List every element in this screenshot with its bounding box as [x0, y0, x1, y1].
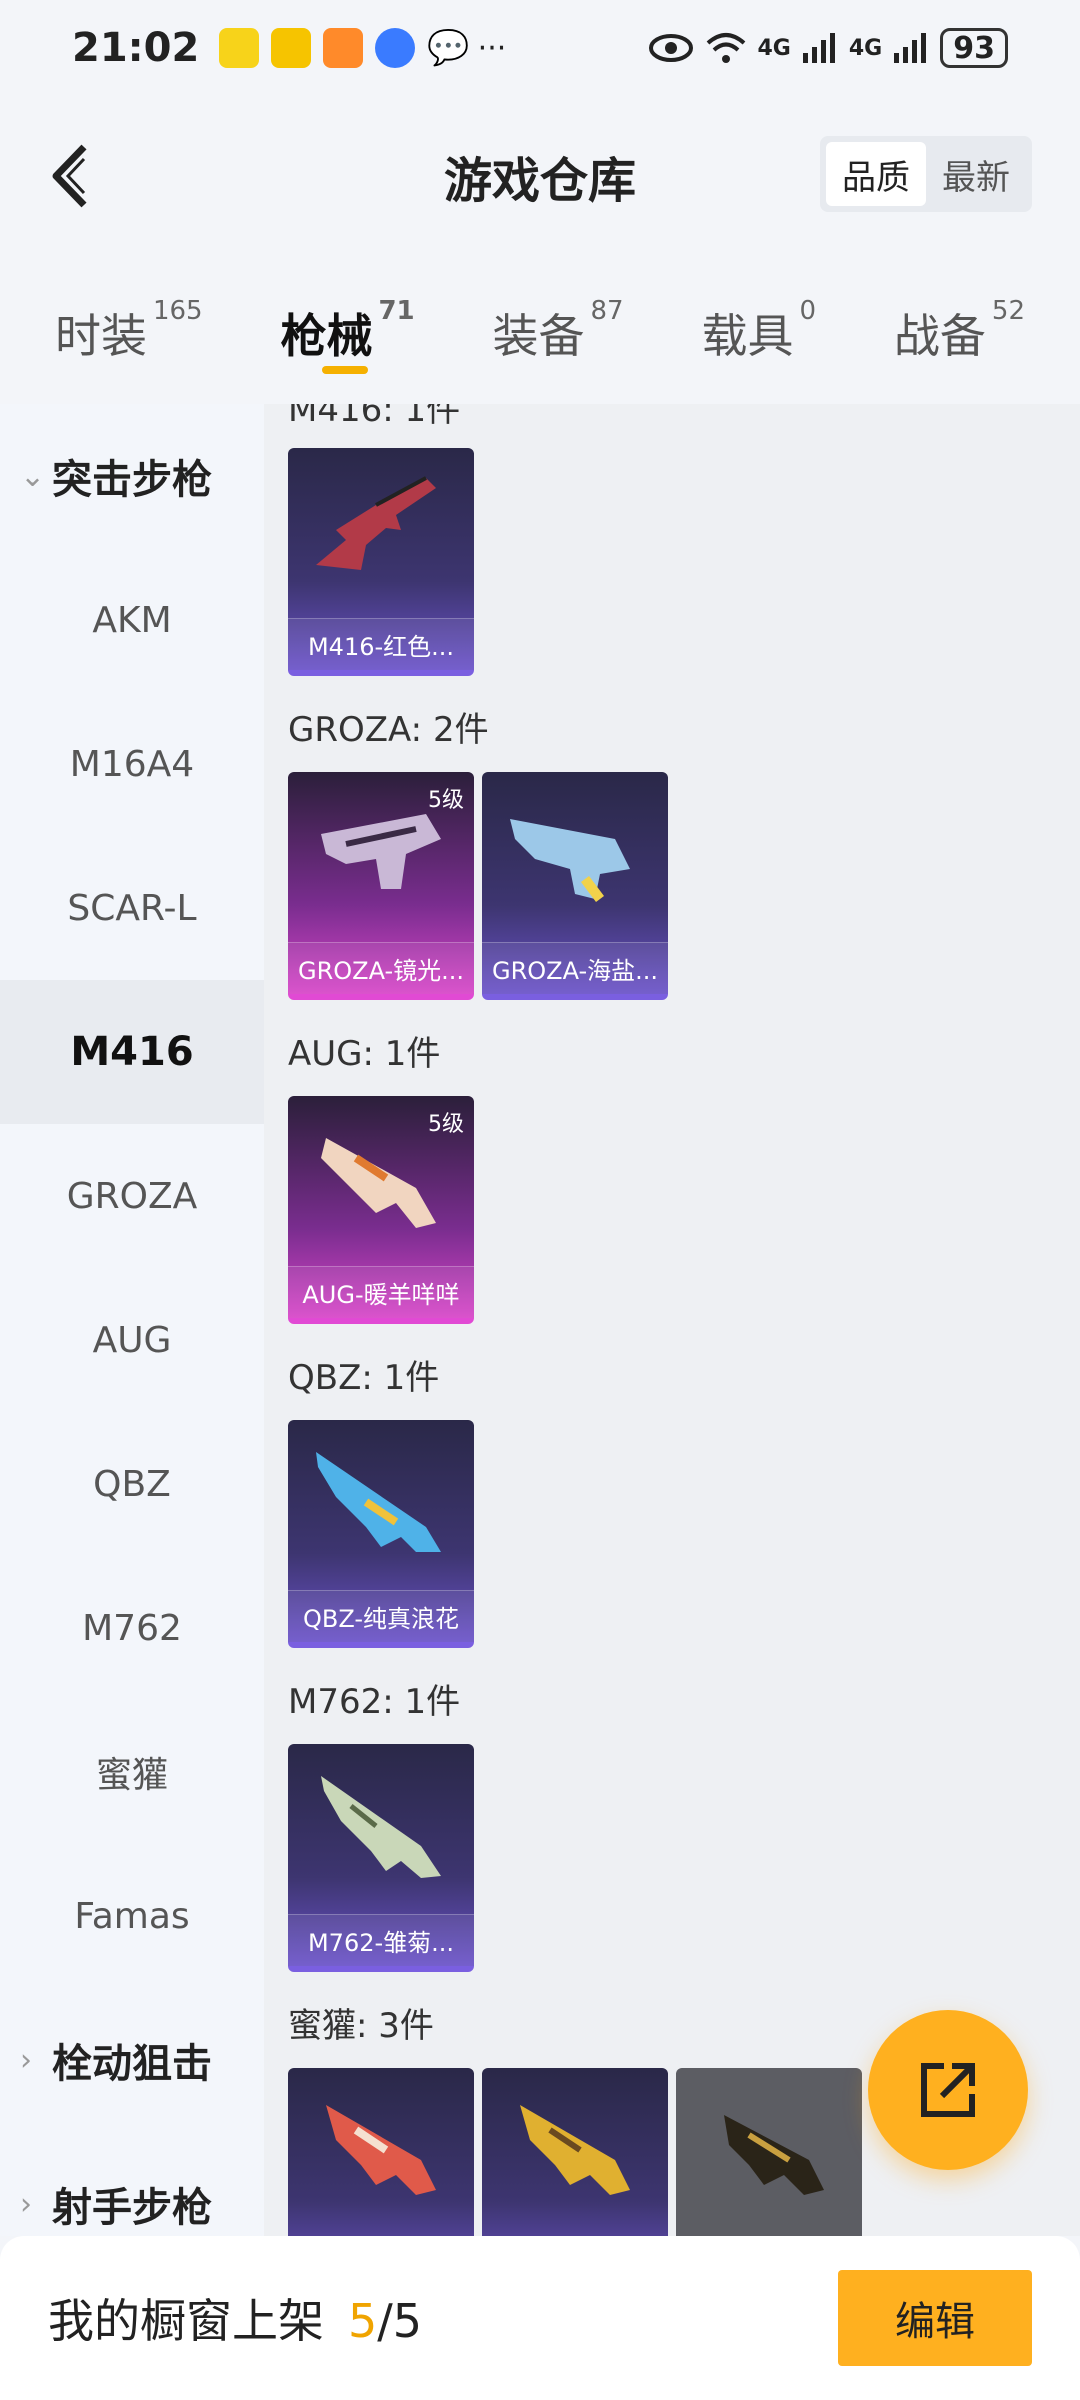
- share-icon: [921, 2063, 975, 2117]
- app-notification-icon: [219, 28, 260, 68]
- network-type-1: 4G: [757, 35, 791, 61]
- edit-button[interactable]: 编辑: [838, 2270, 1032, 2366]
- section-title-honey-badger: 蜜獾: 3件: [288, 2006, 434, 2046]
- rifle-skin-image: [510, 819, 630, 902]
- weapon-card-aug-1[interactable]: 5级 AUG-暖羊咩咩: [288, 1096, 474, 1324]
- section-title-m762: M762: 1件: [288, 1682, 461, 1722]
- tab-vehicles[interactable]: 载具 0: [701, 280, 816, 380]
- tab-count: 52: [991, 296, 1025, 326]
- section-title-qbz: QBZ: 1件: [288, 1358, 440, 1398]
- rifle-skin-image: [316, 476, 436, 570]
- tab-label: 装备: [492, 309, 585, 363]
- sidebar-group-marksman-rifles[interactable]: › 射手步枪: [0, 2132, 264, 2236]
- sidebar-item-m416[interactable]: M416: [0, 980, 264, 1124]
- tab-count: 87: [590, 296, 624, 326]
- sidebar-item-aug[interactable]: AUG: [0, 1268, 264, 1412]
- tab-label: 枪械: [280, 309, 373, 363]
- sidebar-item-groza[interactable]: GROZA: [0, 1124, 264, 1268]
- weapon-card-honey-badger-1[interactable]: [288, 2068, 474, 2236]
- section-title-groza: GROZA: 2件: [288, 710, 489, 750]
- tab-count: 0: [799, 296, 817, 326]
- weapon-card-label: M762-雏菊...: [288, 1914, 474, 1966]
- sidebar-item-m16a4[interactable]: M16A4: [0, 692, 264, 836]
- sidebar-item-akm[interactable]: AKM: [0, 548, 264, 692]
- weapon-card-honey-badger-3[interactable]: [676, 2068, 862, 2236]
- share-fab[interactable]: [868, 2010, 1028, 2170]
- showcase-bar: 我的橱窗上架 5 /5 编辑: [0, 2236, 1080, 2400]
- eye-icon: [648, 34, 693, 62]
- sidebar-group-label: 突击步枪: [52, 457, 212, 503]
- section-title-m416: M416: 1件: [288, 404, 461, 430]
- rifle-skin-image: [326, 2105, 436, 2195]
- sort-option-newest[interactable]: 最新: [926, 142, 1026, 206]
- sidebar-group-label: 栓动狙击: [52, 2041, 212, 2087]
- page-title: 游戏仓库: [443, 153, 636, 209]
- weapon-card-groza-2[interactable]: GROZA-海盐...: [482, 772, 668, 1000]
- wifi-icon: [706, 33, 745, 63]
- video-app-icon: [323, 28, 364, 68]
- weapon-list: M416: 1件 M416-红色... GROZA: 2件 5级 GROZA-镜…: [264, 404, 1080, 2236]
- chevron-down-icon: ⌄: [20, 458, 46, 494]
- weapon-card-qbz-1[interactable]: QBZ-纯真浪花: [288, 1420, 474, 1648]
- rifle-skin-image: [321, 1776, 441, 1878]
- rifle-skin-image: [316, 1452, 441, 1552]
- weapon-card-label: M416-红色...: [288, 618, 474, 670]
- section-title-aug: AUG: 1件: [288, 1034, 441, 1074]
- category-tabs: 时装 165 枪械 71 装备 87 载具 0 战备 52: [0, 256, 1080, 404]
- tab-label: 战备: [893, 309, 986, 363]
- sort-option-quality[interactable]: 品质: [826, 142, 926, 206]
- weapon-card-honey-badger-2[interactable]: [482, 2068, 668, 2236]
- status-bar: 21:02 💬 ··· 4G 4G 93: [0, 0, 1080, 96]
- tab-supplies[interactable]: 战备 52: [894, 280, 1025, 380]
- browser-icon: [375, 28, 416, 68]
- signal-icon: [894, 33, 927, 63]
- app-notification-icon: [271, 28, 312, 68]
- tab-count: 71: [378, 296, 415, 326]
- sort-toggle: 品质 最新: [820, 136, 1032, 212]
- network-type-2: 4G: [848, 35, 883, 61]
- sidebar-item-m762[interactable]: M762: [0, 1556, 264, 1700]
- weapon-card-label: AUG-暖羊咩咩: [288, 1266, 474, 1318]
- tab-fashion[interactable]: 时装 165: [55, 280, 203, 380]
- header: 游戏仓库 品质 最新: [0, 96, 1080, 256]
- chat-icon: 💬: [427, 28, 470, 68]
- rifle-skin-image: [321, 814, 441, 889]
- sidebar-item-honey-badger[interactable]: 蜜獾: [0, 1700, 264, 1844]
- weapon-card-label: QBZ-纯真浪花: [288, 1590, 474, 1642]
- weapon-card-groza-1[interactable]: 5级 GROZA-镜光...: [288, 772, 474, 1000]
- showcase-total-count: /5: [377, 2294, 423, 2348]
- showcase-status: 我的橱窗上架 5 /5: [48, 2285, 422, 2351]
- more-notifications-icon: ···: [477, 30, 507, 66]
- tab-label: 时装: [54, 309, 147, 363]
- rifle-skin-image: [520, 2105, 630, 2195]
- rifle-skin-image: [321, 1138, 436, 1228]
- chevron-right-icon: ›: [20, 2186, 32, 2222]
- active-tab-indicator: [322, 366, 369, 374]
- sidebar-item-scar-l[interactable]: SCAR-L: [0, 836, 264, 980]
- tab-weapons[interactable]: 枪械 71: [280, 280, 415, 380]
- status-time: 21:02: [72, 25, 200, 71]
- chevron-left-icon: [52, 144, 87, 208]
- tab-count: 165: [152, 296, 203, 326]
- weapon-card-m762[interactable]: M762-雏菊...: [288, 1744, 474, 1972]
- weapon-type-sidebar: ⌄ 突击步枪 AKM M16A4 SCAR-L M416 GROZA AUG Q…: [0, 404, 264, 2236]
- back-button[interactable]: [30, 136, 110, 216]
- weapon-card-label: GROZA-镜光...: [288, 942, 474, 994]
- weapon-card-label: GROZA-海盐...: [482, 942, 668, 994]
- signal-icon: [802, 33, 835, 63]
- showcase-current-count: 5: [348, 2294, 378, 2348]
- sidebar-item-qbz[interactable]: QBZ: [0, 1412, 264, 1556]
- chevron-right-icon: ›: [20, 2042, 32, 2078]
- tab-equipment[interactable]: 装备 87: [493, 280, 624, 380]
- tab-label: 载具: [701, 309, 794, 363]
- sidebar-item-famas[interactable]: Famas: [0, 1844, 264, 1988]
- rifle-skin-image: [724, 2115, 824, 2195]
- sidebar-group-assault-rifles[interactable]: ⌄ 突击步枪: [0, 404, 264, 548]
- showcase-label: 我的橱窗上架: [48, 2294, 324, 2348]
- battery-icon: 93: [940, 28, 1008, 68]
- weapon-card-m416[interactable]: M416-红色...: [288, 448, 474, 676]
- sidebar-group-label: 射手步枪: [52, 2185, 212, 2231]
- sidebar-group-bolt-snipers[interactable]: › 栓动狙击: [0, 1988, 264, 2132]
